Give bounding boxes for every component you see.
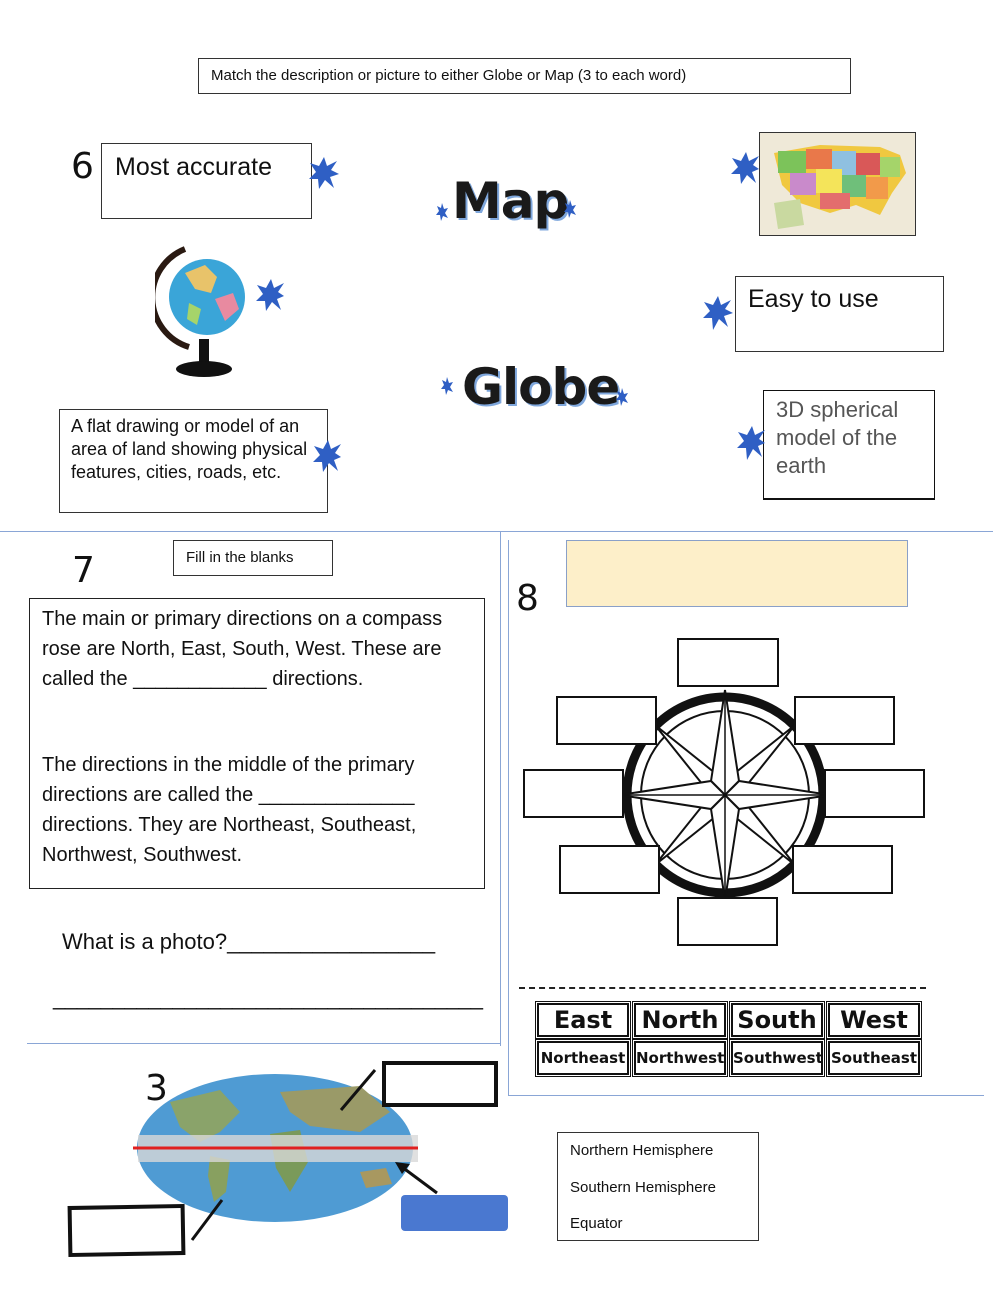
option-southern-hemisphere[interactable]: Southern Hemisphere	[570, 1178, 746, 1198]
compass-blank-southwest[interactable]	[559, 845, 660, 894]
pointer-lines	[190, 1069, 438, 1241]
divider	[0, 531, 993, 532]
compass-blank-east[interactable]	[824, 769, 925, 818]
photo-question[interactable]: What is a photo?_________________	[62, 927, 435, 957]
drop-star-icon[interactable]	[313, 440, 341, 472]
compass-blank-southeast[interactable]	[792, 845, 893, 894]
paragraph-intermediate-directions[interactable]: The directions in the middle of the prim…	[42, 750, 472, 870]
drop-star-icon[interactable]	[436, 203, 448, 221]
fill-blanks-text-box: The main or primary directions on a comp…	[29, 598, 485, 889]
question-number-8: 8	[516, 578, 539, 619]
arrow-icon	[401, 1165, 438, 1195]
card-most-accurate[interactable]: Most accurate	[101, 143, 312, 219]
divider	[508, 1095, 984, 1096]
tile-south[interactable]: South	[729, 1001, 825, 1039]
drop-star-icon[interactable]	[731, 152, 759, 184]
tile-southwest[interactable]: Southwest	[729, 1039, 825, 1077]
fill-blanks-label: Fill in the blanks	[173, 540, 333, 576]
card-flat-drawing[interactable]: A flat drawing or model of an area of la…	[59, 409, 328, 513]
drop-star-icon[interactable]	[256, 279, 284, 311]
drop-star-icon[interactable]	[616, 388, 628, 406]
card-spherical[interactable]: 3D spherical model of the earth	[763, 390, 935, 500]
tile-southeast[interactable]: Southeast	[826, 1039, 922, 1077]
answer-box-bottom-left[interactable]	[67, 1203, 186, 1258]
compass-title-drop-area[interactable]	[566, 540, 908, 607]
us-map-icon	[774, 145, 906, 229]
drop-star-icon[interactable]	[737, 426, 765, 460]
option-northern-hemisphere[interactable]: Northern Hemisphere	[570, 1141, 746, 1161]
question-number-6: 6	[71, 146, 94, 187]
us-map-picture[interactable]	[759, 132, 916, 236]
drop-star-icon[interactable]	[441, 377, 453, 395]
option-equator[interactable]: Equator	[570, 1214, 746, 1234]
tile-northeast[interactable]: Northeast	[535, 1039, 631, 1077]
card-spherical-text: 3D spherical model of the earth	[776, 397, 899, 478]
globe-icon	[149, 246, 245, 377]
drop-star-icon[interactable]	[564, 200, 576, 218]
compass-blank-northeast[interactable]	[794, 696, 895, 745]
drop-star-icon[interactable]	[703, 296, 733, 330]
card-most-accurate-text: Most accurate	[115, 153, 273, 181]
tile-north[interactable]: North	[632, 1001, 728, 1039]
fill-blanks-label-text: Fill in the blanks	[186, 549, 294, 566]
target-map[interactable]: Map	[452, 172, 569, 230]
globe-picture[interactable]	[149, 243, 250, 385]
target-globe[interactable]: Globe	[462, 358, 620, 416]
card-flat-drawing-text: A flat drawing or model of an area of la…	[71, 416, 308, 482]
photo-answer-line[interactable]: ____________________________________	[53, 983, 483, 1013]
tile-east[interactable]: East	[535, 1001, 631, 1039]
divider	[27, 1043, 501, 1044]
compass-blank-north[interactable]	[677, 638, 779, 687]
instruction-box: Match the description or picture to eith…	[198, 58, 851, 94]
divider	[508, 540, 509, 1096]
paragraph-primary-directions[interactable]: The main or primary directions on a comp…	[42, 604, 472, 750]
card-easy-to-use[interactable]: Easy to use	[735, 276, 944, 352]
compass-blank-south[interactable]	[677, 897, 778, 946]
drop-star-icon[interactable]	[309, 157, 339, 189]
tile-west[interactable]: West	[826, 1001, 922, 1039]
tile-northwest[interactable]: Northwest	[632, 1039, 728, 1077]
instruction-text: Match the description or picture to eith…	[211, 67, 687, 84]
hemisphere-options: Northern Hemisphere Southern Hemisphere …	[557, 1132, 759, 1241]
compass-blank-west[interactable]	[523, 769, 624, 818]
divider	[500, 531, 501, 1046]
compass-blank-northwest[interactable]	[556, 696, 657, 745]
question-number-7: 7	[72, 550, 95, 591]
cut-line	[519, 987, 926, 989]
card-easy-to-use-text: Easy to use	[748, 285, 879, 313]
